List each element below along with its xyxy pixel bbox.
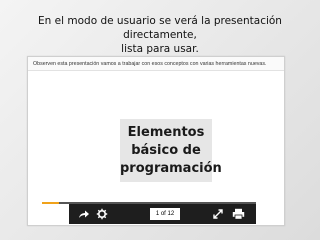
slide-area[interactable]: Elementos básico de programación	[28, 72, 284, 208]
instruction-line-1: En el modo de usuario se verá la present…	[38, 15, 282, 41]
slide-title-line-1: Elementos	[127, 124, 205, 140]
instruction-heading: En el modo de usuario se verá la present…	[16, 14, 304, 56]
slide-title-box: Elementos básico de programación	[120, 119, 222, 182]
slide-title-line-3: programación	[120, 160, 222, 176]
share-arrow-icon[interactable]	[78, 208, 90, 220]
fullscreen-icon[interactable]	[212, 208, 224, 220]
slide-title-line-2: básico de	[131, 142, 201, 158]
gear-icon[interactable]	[96, 208, 108, 220]
progress-bar-fill	[42, 202, 60, 204]
presentation-info-text: Observen esta presentación vamos a traba…	[33, 61, 267, 67]
slide-counter-text: 1 of 12	[155, 211, 175, 217]
instruction-line-2: lista para usar.	[121, 43, 199, 55]
presentation-info-bar: Observen esta presentación vamos a traba…	[28, 57, 284, 71]
slide-counter: 1 of 12	[150, 208, 180, 220]
player-controls: 1 of 12	[69, 204, 256, 224]
print-icon[interactable]	[232, 208, 245, 220]
presentation-player: Observen esta presentación vamos a traba…	[27, 56, 285, 226]
